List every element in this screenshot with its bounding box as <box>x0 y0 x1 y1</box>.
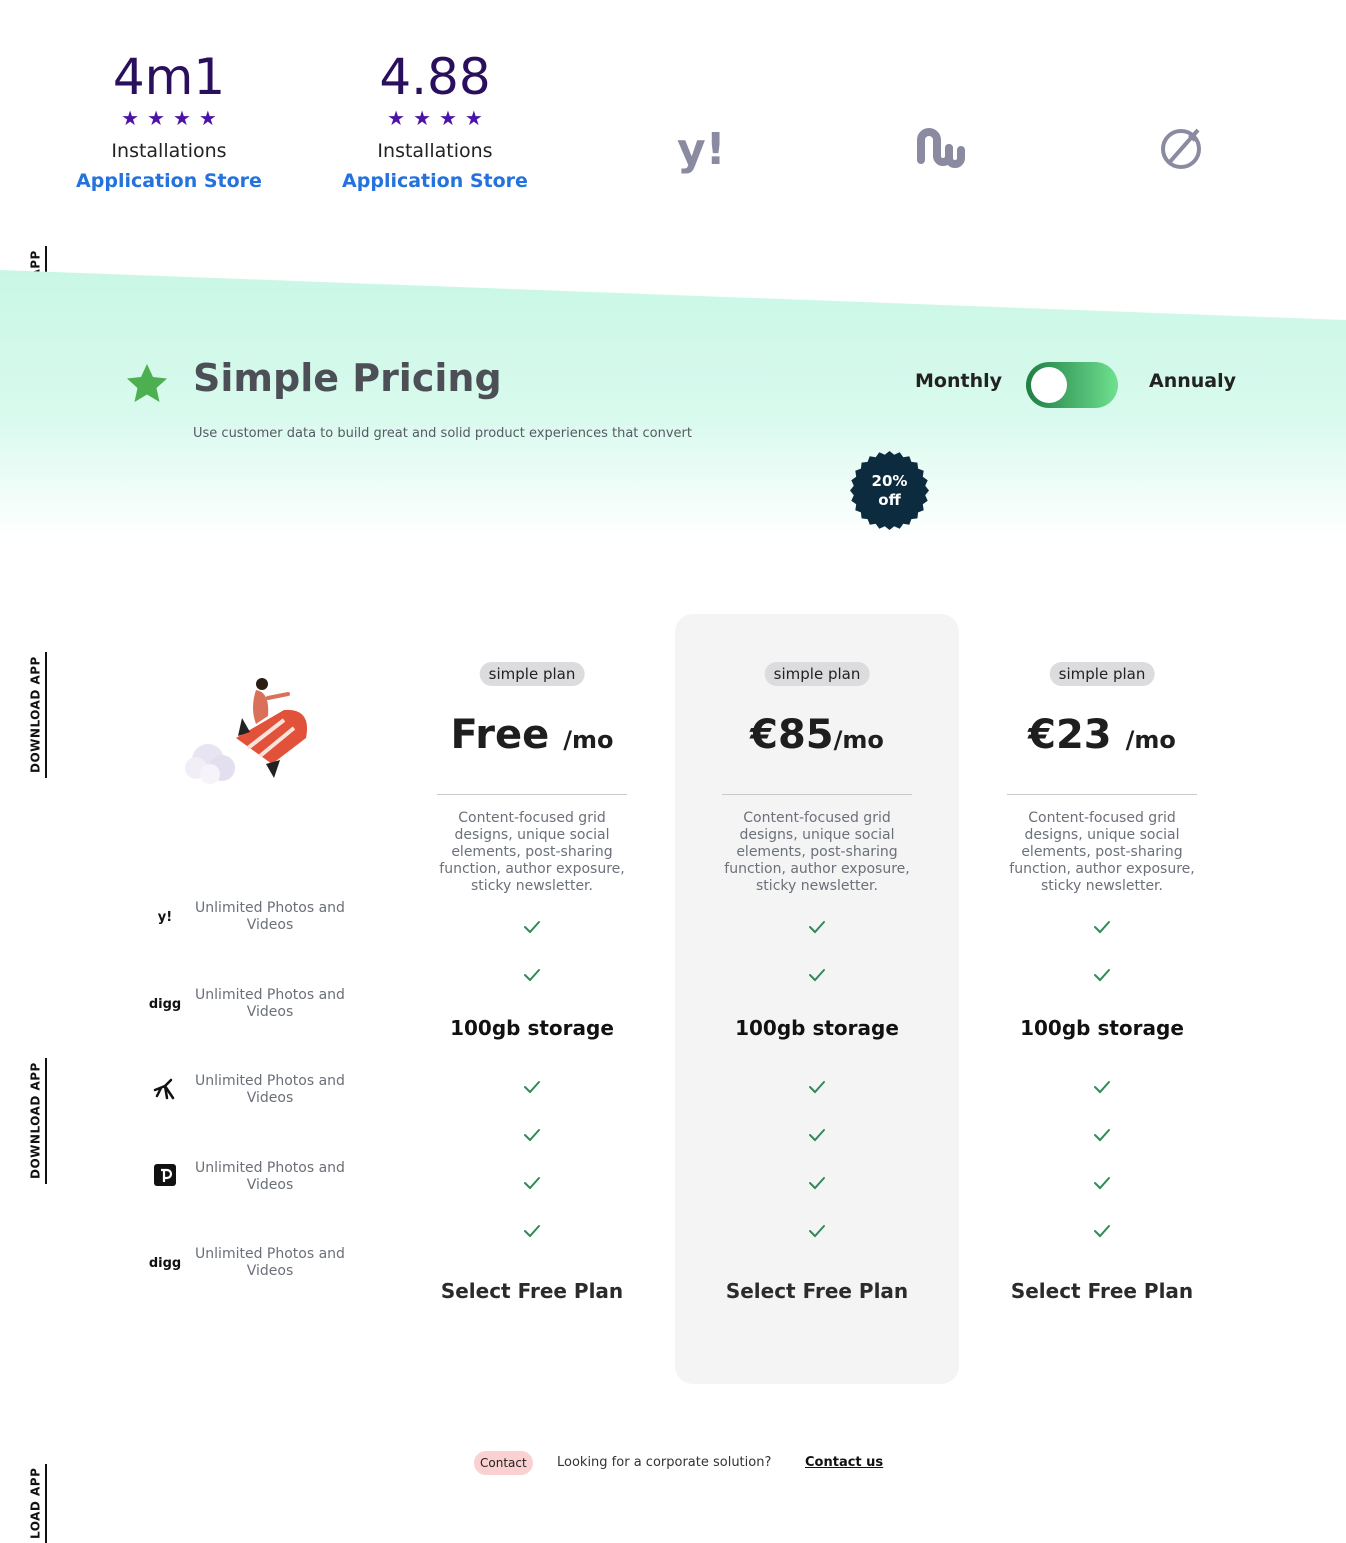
page-subtitle: Use customer data to build great and sol… <box>193 426 692 441</box>
stat-value: 4.88 <box>379 48 491 106</box>
discount-badge: 20% off <box>850 451 929 530</box>
feature-row: digg Unlimited Photos and Videos <box>148 979 358 1029</box>
select-plan-button[interactable]: Select Free Plan <box>390 1279 674 1303</box>
badge-off: off <box>878 490 901 509</box>
plan-storage: 100gb storage <box>450 1016 614 1040</box>
check-icon <box>524 1177 540 1190</box>
check-icon <box>524 969 540 982</box>
feature-label: Unlimited Photos and Videos <box>195 987 345 1020</box>
plan-price: €23 /mo <box>960 712 1244 758</box>
check-icon <box>1094 921 1110 934</box>
check-icon <box>809 969 825 982</box>
side-label-download-app: DOWNLOAD APP <box>27 652 47 778</box>
yahoo-icon: y! <box>673 120 729 176</box>
check-icon <box>524 1129 540 1142</box>
billing-annual-label[interactable]: Annualy <box>1149 370 1236 392</box>
divider <box>1007 794 1197 795</box>
rating-stars-icon: ★★★★ <box>387 106 491 130</box>
plan-price-unit: /mo <box>1125 726 1176 754</box>
digg-icon: digg <box>148 996 182 1012</box>
toggle-knob <box>1031 367 1067 403</box>
rocket-illustration <box>185 678 308 784</box>
divider <box>437 794 627 795</box>
stat-value: 4m1 <box>112 48 226 106</box>
plan-price-unit: /mo <box>563 726 614 754</box>
plan-description: Content-focused grid designs, unique soc… <box>724 810 910 894</box>
feature-row: digg Unlimited Photos and Videos <box>148 1238 358 1288</box>
feature-row: Unlimited Photos and Videos <box>148 1065 358 1115</box>
side-label-download-app: LOAD APP <box>27 1464 47 1543</box>
plan-storage: 100gb storage <box>1020 1016 1184 1040</box>
plan-price-amount: Free <box>450 712 550 758</box>
check-icon <box>809 1081 825 1094</box>
stat-label: Installations <box>377 140 493 162</box>
billing-monthly-label[interactable]: Monthly <box>915 370 1002 392</box>
feature-label: Unlimited Photos and Videos <box>195 900 345 933</box>
plan-price-amount: €85 <box>750 712 834 758</box>
plan-tag: simple plan <box>1049 662 1155 686</box>
plan-description: Content-focused grid designs, unique soc… <box>439 810 625 894</box>
divider <box>722 794 912 795</box>
check-icon <box>524 921 540 934</box>
check-icon <box>1094 1129 1110 1142</box>
contact-badge: Contact <box>474 1451 533 1475</box>
check-icon <box>809 921 825 934</box>
badge-percent: 20% <box>871 471 908 490</box>
contact-us-link[interactable]: Contact us <box>805 1455 883 1470</box>
side-label-download-app: DOWNLOAD APP <box>27 1058 47 1184</box>
plan-price: €85/mo <box>675 712 959 758</box>
plan-description: Content-focused grid designs, unique soc… <box>1009 810 1195 894</box>
feature-row: Unlimited Photos and Videos <box>148 1152 358 1202</box>
check-icon <box>1094 1177 1110 1190</box>
stat-label: Installations <box>111 140 227 162</box>
check-icon <box>809 1129 825 1142</box>
dancer-icon <box>148 1076 182 1104</box>
compass-icon <box>1154 120 1210 176</box>
check-icon <box>524 1081 540 1094</box>
check-icon <box>1094 969 1110 982</box>
yahoo-icon: y! <box>157 909 173 925</box>
stumbleupon-icon <box>913 120 969 176</box>
plan-tag: simple plan <box>764 662 870 686</box>
app-store-link[interactable]: Application Store <box>69 170 269 192</box>
feature-label: Unlimited Photos and Videos <box>195 1246 345 1279</box>
feature-row: y! Unlimited Photos and Videos <box>148 892 358 942</box>
plan-card-23: simple plan €23 /mo Content-focused grid… <box>960 614 1244 1384</box>
billing-period-toggle[interactable] <box>1026 362 1118 408</box>
feature-label: Unlimited Photos and Videos <box>195 1073 345 1106</box>
corporate-solution-text: Looking for a corporate solution? <box>557 1455 772 1470</box>
stat-installations: 4.88 ★★★★ Installations Application Stor… <box>335 48 535 192</box>
pixel-icon <box>148 1164 182 1190</box>
select-plan-button[interactable]: Select Free Plan <box>675 1279 959 1303</box>
page-title: Simple Pricing <box>193 356 502 400</box>
digg-icon: digg <box>148 1255 182 1271</box>
discount-badge-text: 20% off <box>865 472 915 510</box>
pricing-hero-background <box>0 270 1346 540</box>
plan-card-85: simple plan €85/mo Content-focused grid … <box>675 614 959 1384</box>
plan-price-unit: /mo <box>833 726 884 754</box>
check-icon <box>1094 1081 1110 1094</box>
feature-label: Unlimited Photos and Videos <box>195 1160 345 1193</box>
check-icon <box>809 1177 825 1190</box>
svg-text:y!: y! <box>677 124 726 175</box>
check-icon <box>1094 1225 1110 1238</box>
stat-installations: 4m1 ★★★★ Installations Application Store <box>69 48 269 192</box>
select-plan-button[interactable]: Select Free Plan <box>960 1279 1244 1303</box>
plan-storage: 100gb storage <box>735 1016 899 1040</box>
plan-price: Free /mo <box>390 712 674 758</box>
app-store-link[interactable]: Application Store <box>335 170 535 192</box>
check-icon <box>524 1225 540 1238</box>
plan-price-amount: €23 <box>1028 712 1112 758</box>
check-icon <box>809 1225 825 1238</box>
star-icon <box>127 364 167 402</box>
plan-card-free: simple plan Free /mo Content-focused gri… <box>390 614 674 1384</box>
plan-tag: simple plan <box>479 662 585 686</box>
rating-stars-icon: ★★★★ <box>121 106 225 130</box>
